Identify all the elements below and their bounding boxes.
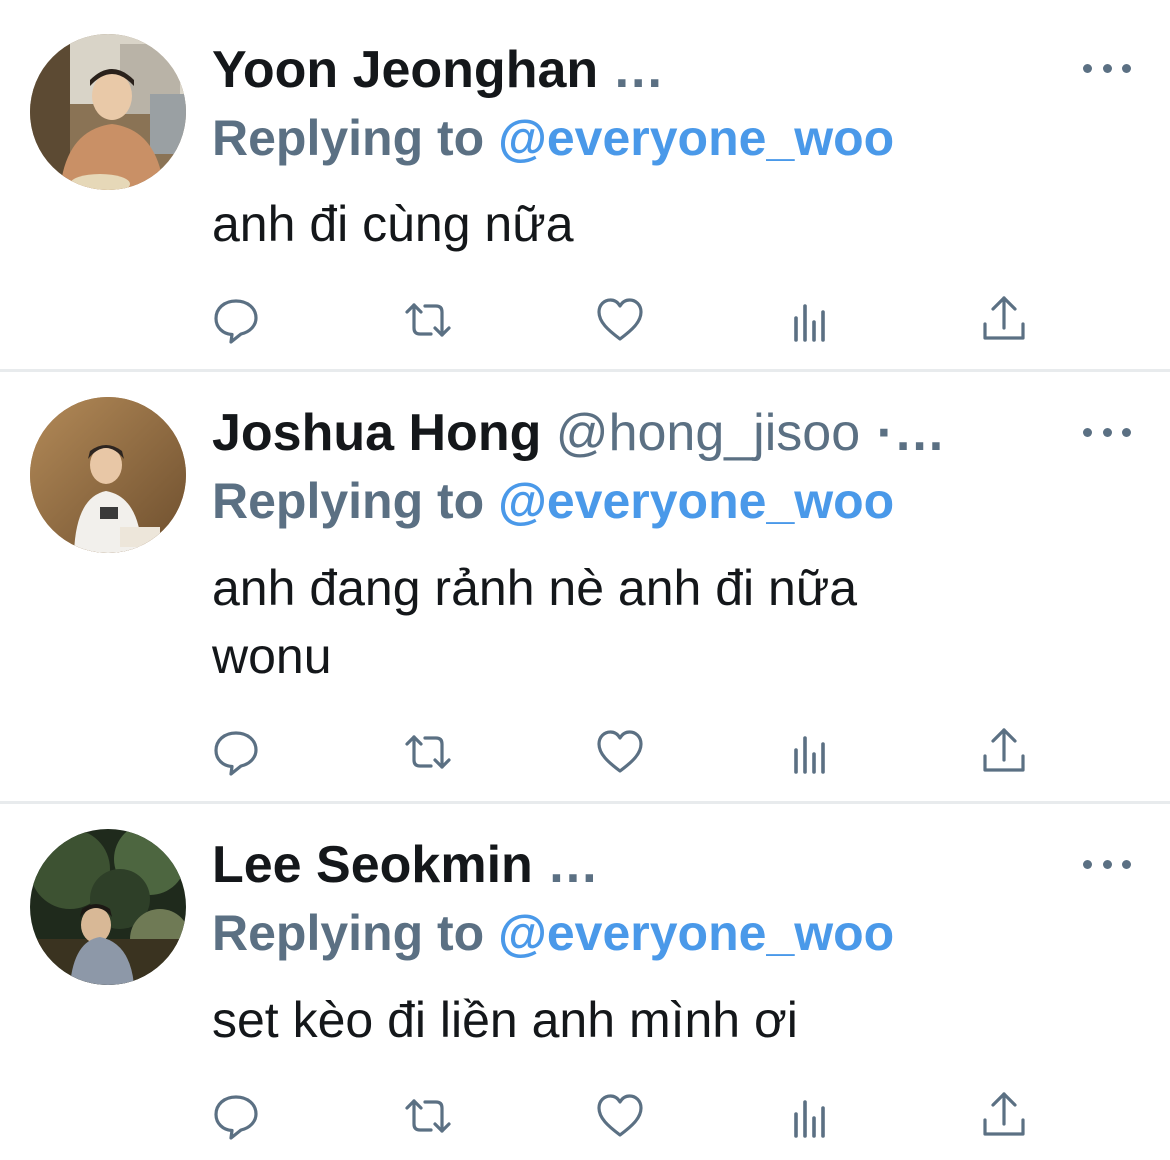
replying-to-label: Replying to [212,905,499,961]
like-icon[interactable] [592,724,648,780]
header-ellipsis: ·... [860,404,946,462]
header-ellipsis: ... [532,836,599,894]
replying-to: Replying to @everyone_woo [212,471,894,531]
share-icon[interactable] [976,1088,1032,1144]
replying-to: Replying to @everyone_woo [212,108,894,168]
tweet[interactable]: Yoon Jeonghan ... Replying to @everyone_… [0,0,1170,370]
action-bar [0,292,1170,348]
like-icon[interactable] [592,292,648,348]
more-icon[interactable] [1083,58,1131,78]
tweet-header: Joshua Hong @hong_jisoo ·... [212,403,1060,463]
avatar[interactable] [30,397,186,553]
username[interactable]: @hong_jisoo [541,404,860,462]
action-bar [0,1088,1170,1144]
replying-to-label: Replying to [212,473,499,529]
replying-to: Replying to @everyone_woo [212,903,894,963]
display-name[interactable]: Yoon Jeonghan [212,41,598,99]
header-ellipsis: ... [598,41,664,99]
tweet-header: Lee Seokmin ... [212,835,1060,895]
retweet-icon[interactable] [400,724,456,780]
replying-to-label: Replying to [212,110,499,166]
retweet-icon[interactable] [400,1088,456,1144]
mention-link[interactable]: @everyone_woo [498,110,894,166]
avatar[interactable] [30,829,186,985]
tweet-text: set kèo đi liền anh mình ơi [212,992,798,1048]
mention-link[interactable]: @everyone_woo [498,473,894,529]
tweet[interactable]: Joshua Hong @hong_jisoo ·... Replying to… [0,372,1170,802]
share-icon[interactable] [976,292,1032,348]
stats-icon[interactable] [784,1088,840,1144]
tweet-text: anh đang rảnh nè anh đi nữa wonu [212,560,858,684]
reply-icon[interactable] [208,724,264,780]
action-bar [0,724,1170,780]
stats-icon[interactable] [784,292,840,348]
display-name[interactable]: Lee Seokmin [212,836,533,894]
more-icon[interactable] [1083,422,1131,442]
more-icon[interactable] [1083,854,1131,874]
mention-link[interactable]: @everyone_woo [498,905,894,961]
display-name[interactable]: Joshua Hong [212,404,541,462]
reply-icon[interactable] [208,1088,264,1144]
stats-icon[interactable] [784,724,840,780]
reply-icon[interactable] [208,292,264,348]
avatar[interactable] [30,34,186,190]
share-icon[interactable] [976,724,1032,780]
like-icon[interactable] [592,1088,648,1144]
tweet-header: Yoon Jeonghan ... [212,40,1060,100]
retweet-icon[interactable] [400,292,456,348]
tweet-text: anh đi cùng nữa [212,196,574,252]
tweet[interactable]: Lee Seokmin ... Replying to @everyone_wo… [0,804,1170,1160]
